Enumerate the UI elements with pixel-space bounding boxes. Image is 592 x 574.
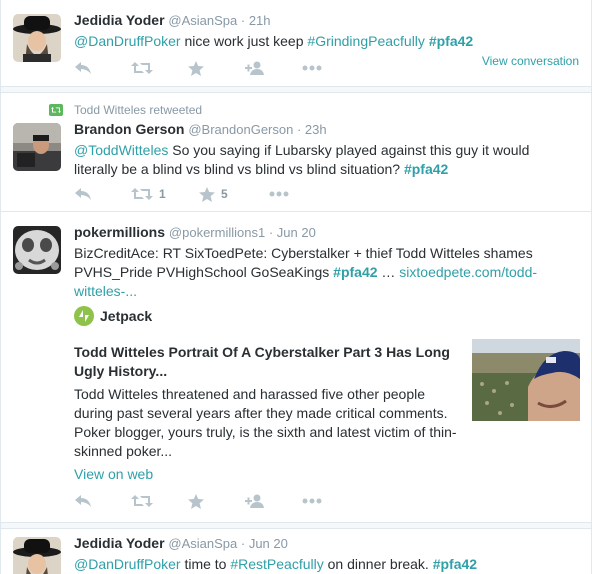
tweet-actions: 1 5 xyxy=(74,184,326,204)
reply-button[interactable] xyxy=(74,58,131,78)
timestamp[interactable]: 21h xyxy=(249,13,271,28)
reply-icon xyxy=(75,495,91,507)
text-fragment: … xyxy=(377,264,400,280)
retweet-button[interactable] xyxy=(131,491,188,511)
text-fragment: So you saying if Lubarsky played against… xyxy=(168,142,530,158)
stream-gap xyxy=(1,523,591,529)
tweet-2[interactable]: Todd Witteles retweeted Brandon Gerson @… xyxy=(1,94,591,212)
tweet-4[interactable]: Jedidia Yoder @AsianSpa · Jun 20 @DanDru… xyxy=(1,530,591,574)
favorite-button[interactable]: 5 xyxy=(199,184,269,204)
text-fragment: on dinner break. xyxy=(323,556,433,572)
username[interactable]: @AsianSpa xyxy=(168,536,237,551)
text-fragment: nice work just keep xyxy=(180,33,308,49)
separator-dot: · xyxy=(237,13,249,28)
timestamp[interactable]: Jun 20 xyxy=(249,536,288,551)
reply-icon xyxy=(75,188,91,200)
card-header: Jetpack xyxy=(74,305,580,327)
more-button[interactable] xyxy=(269,184,326,204)
hashtag-link[interactable]: #pfa42 xyxy=(404,161,448,177)
favorite-button[interactable] xyxy=(188,491,245,511)
follow-button[interactable] xyxy=(245,491,302,511)
text-line: BizCreditAce: RT SixToedPete: Cyberstalk… xyxy=(74,245,533,261)
timestamp[interactable]: Jun 20 xyxy=(277,225,316,240)
tweet-text: BizCreditAce: RT SixToedPete: Cyberstalk… xyxy=(74,244,581,301)
hashtag-link[interactable]: #GrindingPeacfully xyxy=(307,33,425,49)
view-on-web-link[interactable]: View on web xyxy=(74,466,580,482)
stream-gap xyxy=(1,87,591,93)
more-icon xyxy=(269,191,289,197)
separator-dot: · xyxy=(265,225,277,240)
retweet-icon xyxy=(131,188,153,200)
text-fragment: literally be a blind vs blind vs blind v… xyxy=(74,161,404,177)
separator-dot: · xyxy=(237,536,249,551)
url-link-continued[interactable]: witteles-... xyxy=(74,283,137,299)
avatar[interactable] xyxy=(13,226,61,274)
fullname[interactable]: Jedidia Yoder xyxy=(74,12,165,28)
tweet-text: @DanDruffPoker time to #RestPeacfully on… xyxy=(74,555,581,574)
avatar[interactable] xyxy=(13,123,61,171)
retweet-context[interactable]: Todd Witteles retweeted xyxy=(74,103,202,118)
more-icon xyxy=(302,65,322,71)
text-fragment: time to xyxy=(180,556,231,572)
more-icon xyxy=(302,498,322,504)
username[interactable]: @pokermillions1 xyxy=(169,225,265,240)
more-button[interactable] xyxy=(302,58,359,78)
url-link[interactable]: sixtoedpete.com/todd- xyxy=(399,264,537,280)
follow-icon xyxy=(245,61,264,75)
card-site-name[interactable]: Jetpack xyxy=(100,308,152,324)
avatar[interactable] xyxy=(13,14,61,62)
favorite-icon xyxy=(199,186,215,202)
hashtag-link[interactable]: #pfa42 xyxy=(429,33,473,49)
retweet-button[interactable] xyxy=(131,58,188,78)
timestamp[interactable]: 23h xyxy=(305,122,327,137)
follow-icon xyxy=(245,494,264,508)
retweet-count: 1 xyxy=(159,187,166,201)
tweet-3[interactable]: pokermillions @pokermillions1 · Jun 20 B… xyxy=(1,212,591,523)
favorite-icon xyxy=(188,60,204,76)
tweet-actions xyxy=(74,491,359,511)
hashtag-link[interactable]: #RestPeacfully xyxy=(230,556,323,572)
hashtag-link[interactable]: #pfa42 xyxy=(333,264,377,280)
retweet-icon xyxy=(131,495,153,507)
retweet-icon xyxy=(131,62,153,74)
more-button[interactable] xyxy=(302,491,359,511)
hashtag-link[interactable]: #pfa42 xyxy=(433,556,477,572)
tweet-1[interactable]: Jedidia Yoder @AsianSpa · 21h @DanDruffP… xyxy=(1,0,591,87)
mention-link[interactable]: @DanDruffPoker xyxy=(74,33,181,49)
link-card[interactable]: Jetpack Todd Witteles Portrait Of A Cybe… xyxy=(74,305,580,487)
jetpack-logo-icon xyxy=(74,306,94,326)
retweet-button[interactable]: 1 xyxy=(131,184,199,204)
reply-icon xyxy=(75,62,91,74)
username[interactable]: @BrandonGerson xyxy=(188,122,293,137)
fullname[interactable]: Brandon Gerson xyxy=(74,121,184,137)
card-thumbnail[interactable] xyxy=(472,339,580,421)
card-description: Todd Witteles threatened and harassed fi… xyxy=(74,386,457,459)
fullname[interactable]: Jedidia Yoder xyxy=(74,535,165,551)
follow-button[interactable] xyxy=(245,58,302,78)
tweet-actions xyxy=(74,58,359,78)
username[interactable]: @AsianSpa xyxy=(168,13,237,28)
avatar[interactable] xyxy=(13,537,61,574)
retweeted-icon xyxy=(49,104,63,116)
fullname[interactable]: pokermillions xyxy=(74,224,165,240)
favorite-count: 5 xyxy=(221,187,228,201)
mention-link[interactable]: @ToddWitteles xyxy=(74,142,168,158)
tweet-text: @DanDruffPoker nice work just keep #Grin… xyxy=(74,32,581,51)
text-fragment: PVHS_Pride PVHighSchool GoSeaKings xyxy=(74,264,334,280)
reply-button[interactable] xyxy=(74,491,131,511)
mention-link[interactable]: @DanDruffPoker xyxy=(74,556,181,572)
separator-dot: · xyxy=(293,122,305,137)
favorite-icon xyxy=(188,493,204,509)
favorite-button[interactable] xyxy=(188,58,245,78)
card-title[interactable]: Todd Witteles Portrait Of A Cyberstalker… xyxy=(74,343,454,381)
timeline: Jedidia Yoder @AsianSpa · 21h @DanDruffP… xyxy=(0,0,592,574)
reply-button[interactable] xyxy=(74,184,131,204)
view-conversation-link[interactable]: View conversation xyxy=(482,54,579,68)
tweet-text: @ToddWitteles So you saying if Lubarsky … xyxy=(74,141,581,179)
